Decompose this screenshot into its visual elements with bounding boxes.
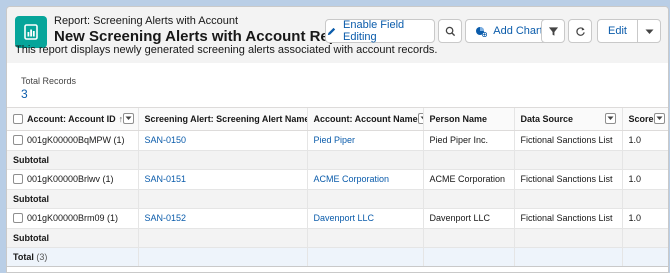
empty-cell	[307, 228, 424, 248]
account-name-link[interactable]: Pied Piper	[307, 130, 424, 151]
page-title: New Screening Alerts with Account Report	[54, 28, 358, 45]
data-source-cell: Fictional Sanctions List	[514, 130, 623, 151]
column-menu-icon[interactable]	[653, 113, 665, 125]
score-cell: 1.0	[622, 169, 668, 190]
account-id-cell: 001gK00000BqMPW (1)	[7, 130, 139, 151]
add-chart-icon	[475, 25, 488, 37]
alert-name-link[interactable]: SAN-0151	[138, 169, 308, 190]
search-icon	[445, 26, 456, 37]
column-header-person-name[interactable]: Person Name	[423, 108, 515, 131]
column-header-data-source[interactable]: Data Source	[514, 108, 623, 131]
refresh-button[interactable]	[568, 19, 592, 43]
column-header-score[interactable]: Score	[622, 108, 668, 131]
account-name-link[interactable]: ACME Corporation	[307, 169, 424, 190]
table-header-row: Account: Account ID ↑ Screening Alert: S…	[7, 108, 668, 131]
column-menu-icon[interactable]	[123, 113, 135, 125]
subtotal-row: Subtotal	[7, 228, 668, 248]
subtotal-label: Subtotal	[7, 189, 139, 209]
column-header-alert-name[interactable]: Screening Alert: Screening Alert Name	[138, 108, 308, 131]
report-type-label: Report: Screening Alerts with Account	[54, 15, 239, 27]
total-records-label: Total Records	[21, 76, 77, 86]
person-name-cell: ACME Corporation	[423, 169, 515, 190]
row-checkbox[interactable]	[13, 213, 23, 223]
select-all-checkbox[interactable]	[13, 113, 23, 124]
subtotal-row: Subtotal	[7, 189, 668, 209]
enable-field-editing-button[interactable]: Enable Field Editing	[325, 19, 435, 43]
pencil-icon	[326, 26, 337, 37]
empty-cell	[423, 228, 515, 248]
subtotal-label: Subtotal	[7, 228, 139, 248]
edit-button-group: Edit	[597, 19, 661, 43]
subtotal-label: Subtotal	[7, 150, 139, 170]
empty-cell	[622, 189, 668, 209]
enable-field-editing-label: Enable Field Editing	[343, 19, 405, 43]
add-chart-button[interactable]: Add Chart	[465, 19, 553, 43]
refresh-icon	[575, 26, 586, 37]
grand-total-row: Total (3)	[7, 247, 668, 267]
empty-cell	[622, 150, 668, 170]
score-cell: 1.0	[622, 130, 668, 151]
edit-menu-button[interactable]	[638, 20, 660, 42]
row-checkbox[interactable]	[13, 135, 23, 145]
empty-cell	[423, 150, 515, 170]
empty-cell	[622, 228, 668, 248]
column-menu-icon[interactable]	[604, 113, 616, 125]
report-table: Account: Account ID ↑ Screening Alert: S…	[7, 107, 668, 272]
column-header-account-id[interactable]: Account: Account ID ↑	[7, 108, 139, 131]
page-header: Report: Screening Alerts with Account Ne…	[7, 7, 668, 63]
column-header-account-name[interactable]: Account: Account Name	[307, 108, 424, 131]
table-row: 001gK00000BqMPW (1) SAN-0150 Pied Piper …	[7, 130, 668, 151]
subtotal-row: Subtotal	[7, 150, 668, 170]
empty-cell	[514, 189, 623, 209]
add-chart-label: Add Chart	[493, 25, 543, 37]
empty-cell	[514, 150, 623, 170]
person-name-cell: Pied Piper Inc.	[423, 130, 515, 151]
search-button[interactable]	[438, 19, 462, 43]
account-id-cell: 001gK00000Brlwv (1)	[7, 169, 139, 190]
empty-cell	[423, 247, 515, 267]
report-description: This report displays newly generated scr…	[15, 44, 438, 56]
empty-cell	[307, 150, 424, 170]
empty-cell	[514, 247, 623, 267]
empty-cell	[514, 228, 623, 248]
table-row: 001gK00000Brm09 (1) SAN-0152 Davenport L…	[7, 208, 668, 229]
empty-cell	[138, 189, 308, 209]
alert-name-link[interactable]: SAN-0152	[138, 208, 308, 229]
person-name-cell: Davenport LLC	[423, 208, 515, 229]
data-source-cell: Fictional Sanctions List	[514, 208, 623, 229]
total-label: Total	[13, 251, 34, 262]
empty-cell	[622, 247, 668, 267]
table-row: 001gK00000Brlwv (1) SAN-0151 ACME Corpor…	[7, 169, 668, 190]
empty-cell	[138, 247, 308, 267]
alert-name-link[interactable]: SAN-0150	[138, 130, 308, 151]
score-cell: 1.0	[622, 208, 668, 229]
row-checkbox[interactable]	[13, 174, 23, 184]
total-cell: Total (3)	[7, 247, 139, 267]
data-source-cell: Fictional Sanctions List	[514, 169, 623, 190]
empty-cell	[138, 228, 308, 248]
edit-button[interactable]: Edit	[598, 20, 638, 42]
total-count: (3)	[36, 251, 48, 262]
empty-cell	[307, 247, 424, 267]
empty-cell	[138, 150, 308, 170]
chevron-down-icon	[645, 22, 654, 40]
empty-cell	[423, 189, 515, 209]
total-records-value: 3	[21, 87, 28, 101]
account-name-link[interactable]: Davenport LLC	[307, 208, 424, 229]
report-body: Total Records 3 Account: Account ID ↑ Sc…	[7, 63, 668, 272]
empty-cell	[307, 189, 424, 209]
filter-button[interactable]	[541, 19, 565, 43]
report-window: Report: Screening Alerts with Account Ne…	[6, 6, 669, 273]
account-id-cell: 001gK00000Brm09 (1)	[7, 208, 139, 229]
filter-icon	[548, 26, 559, 37]
